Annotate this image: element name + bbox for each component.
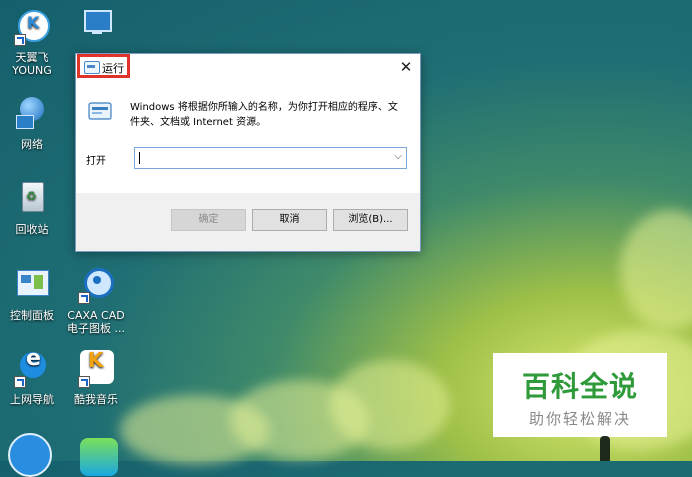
dialog-description: Windows 将根据你所输入的名称，为你打开相应的程序、文件夹、文档或 Int…	[130, 102, 398, 128]
watermark-subtitle: 助你轻松解决	[528, 410, 631, 428]
desktop-icon-label: 回收站	[15, 223, 49, 236]
kuwo-music-icon: K	[76, 350, 116, 390]
open-field-label: 打开	[86, 156, 106, 167]
desktop-icon-kuwo-music[interactable]: K 酷我音乐	[65, 350, 127, 406]
browse-button[interactable]: 浏览(B)...	[333, 209, 408, 231]
dialog-title: 运行	[102, 62, 124, 75]
desktop-icon-label: CAXA CAD 电子图板 ...	[67, 309, 125, 335]
desktop-icon-network[interactable]: 网络	[1, 95, 63, 151]
tianyi-app-icon: K	[12, 8, 52, 48]
open-combobox[interactable]: ⌵	[134, 147, 407, 169]
desktop-icon-label: 上网导航	[10, 393, 54, 406]
desktop-icon-browser-nav[interactable]: e 上网导航	[1, 348, 63, 407]
caxa-cad-icon	[76, 266, 116, 306]
recycle-bin-icon: ♻	[12, 180, 52, 220]
desktop-icon-partial[interactable]	[8, 433, 52, 477]
watermark-title: 百科全说	[521, 370, 638, 403]
cancel-button[interactable]: 取消	[252, 209, 327, 231]
control-panel-icon	[12, 266, 52, 306]
desktop-icon-label: 天翼飞 YOUNG	[12, 51, 52, 77]
shortcut-arrow-icon	[78, 376, 90, 388]
desktop-icon-recycle-bin[interactable]: ♻ 回收站	[1, 180, 63, 236]
desktop-icon-label: 控制面板	[10, 309, 54, 322]
shortcut-arrow-icon	[14, 376, 26, 388]
ie-browser-icon: e	[12, 348, 52, 390]
close-icon[interactable]: ✕	[396, 58, 416, 76]
text-caret	[139, 152, 140, 164]
watermark-logo: 百科全说 助你轻松解决	[493, 353, 667, 437]
shortcut-arrow-icon	[14, 34, 26, 46]
run-icon	[84, 61, 100, 74]
shortcut-arrow-icon	[78, 292, 90, 304]
cloud-decoration	[120, 395, 270, 465]
run-program-icon	[88, 101, 112, 121]
desktop-icon-label: 酷我音乐	[74, 393, 118, 406]
run-dialog: 运行 ✕ Windows 将根据你所输入的名称，为你打开相应的程序、文件夹、文档…	[75, 53, 421, 252]
desktop-icon-partial[interactable]	[80, 438, 118, 476]
desktop-icon-computer[interactable]	[65, 8, 127, 51]
desktop-icon-control-panel[interactable]: 控制面板	[1, 266, 63, 322]
ok-button[interactable]: 确定	[171, 209, 246, 231]
desktop-icon-label: 网络	[21, 138, 43, 151]
computer-icon	[76, 8, 116, 48]
cloud-decoration	[330, 360, 450, 450]
cloud-decoration	[620, 210, 692, 330]
silhouette-figure	[600, 436, 610, 461]
desktop-icon-caxa-cad[interactable]: CAXA CAD 电子图板 ...	[65, 266, 127, 335]
chevron-down-icon[interactable]: ⌵	[394, 151, 402, 162]
run-dialog-titlebar[interactable]: 运行 ✕	[76, 54, 420, 82]
desktop-icon-tianyi[interactable]: K 天翼飞 YOUNG	[1, 8, 63, 77]
network-icon	[12, 95, 52, 135]
